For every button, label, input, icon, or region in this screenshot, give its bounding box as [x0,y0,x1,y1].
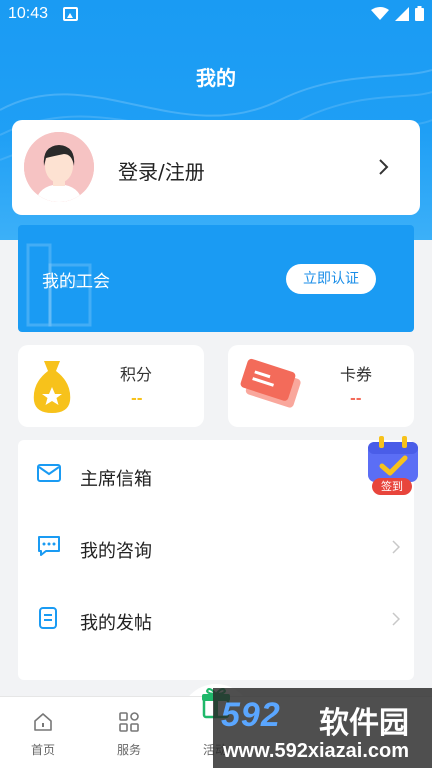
tab-services[interactable]: 服务 [86,697,172,768]
menu-item-label: 我的咨询 [80,541,152,562]
menu-item-my-posts[interactable]: 我的发帖 [18,584,414,656]
profile-card[interactable]: 登录/注册 [12,120,420,215]
user-avatar-icon [24,132,94,202]
menu-item-consultation[interactable]: 我的咨询 [18,512,414,584]
points-card[interactable]: 积分 -- [18,345,204,427]
chevron-right-icon [392,540,400,554]
status-bar: 10:43 [0,0,432,30]
signin-badge[interactable]: 签到 [364,436,422,498]
watermark-overlay: 592 软件园 www.592xiazai.com [213,688,432,768]
watermark-brand: 软件园 [319,706,409,741]
document-icon [39,607,57,629]
menu-item-label: 主席信箱 [80,469,152,490]
coupons-title: 卡券 [340,365,373,384]
tab-label: 服务 [116,743,141,757]
menu-item-mailbox[interactable]: 主席信箱 [18,440,414,512]
menu-item-label: 我的发帖 [80,613,152,634]
battery-icon [415,6,424,21]
tab-label: 首页 [30,743,55,757]
home-icon [34,713,52,731]
chat-icon [38,536,60,556]
coupons-card[interactable]: 卡券 -- [228,345,414,427]
menu-list: 主席信箱 我的咨询 我的发帖 [18,440,414,680]
union-card[interactable]: 我的工会 立即认证 [18,225,414,332]
grid-icon [119,712,139,732]
avatar[interactable] [24,132,94,202]
signal-icon [395,6,409,21]
wifi-icon [371,6,389,20]
points-title: 积分 [120,365,153,384]
chevron-right-icon[interactable] [378,158,390,176]
verify-now-button[interactable]: 立即认证 [286,264,376,294]
status-time: 10:43 [8,5,49,22]
watermark-url: www.592xiazai.com [223,740,410,762]
page-title: 我的 [196,66,236,90]
ticket-icon [240,358,301,408]
watermark-logo: 592 [221,696,281,734]
points-value: -- [131,391,143,407]
mail-icon [37,464,61,482]
image-notification-icon [63,7,78,21]
chevron-right-icon [392,612,400,626]
signin-label[interactable]: 签到 [372,478,412,495]
union-label: 我的工会 [42,272,110,292]
coupons-value: -- [350,391,362,407]
money-bag-icon [33,361,71,413]
tab-home[interactable]: 首页 [0,697,86,768]
login-register-label[interactable]: 登录/注册 [118,156,205,185]
